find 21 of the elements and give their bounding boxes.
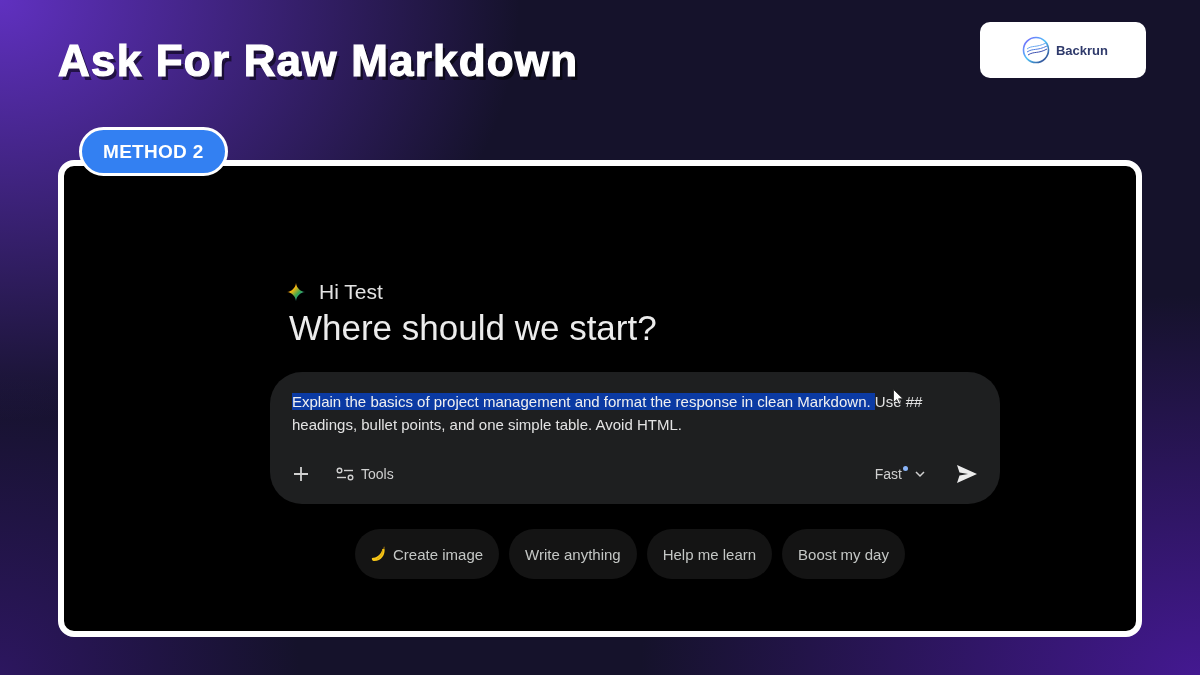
send-icon bbox=[957, 465, 977, 483]
method-badge: METHOD 2 bbox=[79, 127, 228, 176]
suggestion-chip[interactable]: Help me learn bbox=[646, 529, 773, 579]
prompt-input-field[interactable]: Explain the basics of project management and format the response in clean Markdown. Use ## headings, bullet points, and one simple table. Avoid HTML. Tools Fast bbox=[270, 372, 1000, 504]
headline: Where should we start? bbox=[289, 307, 658, 349]
suggestion-chip[interactable]: Create image bbox=[355, 529, 500, 579]
dot-icon bbox=[903, 466, 908, 471]
chevron-down-icon bbox=[914, 468, 926, 480]
suggestion-chip[interactable]: Write anything bbox=[509, 529, 637, 579]
suggestion-chip[interactable]: Boost my day bbox=[782, 529, 905, 579]
page-title: Ask For Raw Markdown bbox=[58, 37, 579, 85]
plus-icon bbox=[293, 466, 309, 482]
tools-button[interactable]: Tools bbox=[330, 462, 400, 486]
greeting-text: Hi Test bbox=[319, 280, 383, 304]
prompt-text: Explain the basics of project management and format the response in clean Markdown. Use ## headings, bullet points, and one simple table. Avoid HTML. bbox=[292, 392, 924, 435]
sparkle-icon bbox=[287, 283, 305, 301]
sliders-icon bbox=[336, 467, 354, 481]
logo-text: Backrun bbox=[1056, 42, 1108, 58]
model-selector-button[interactable]: Fast bbox=[870, 461, 930, 487]
logo-icon bbox=[1022, 36, 1050, 64]
banana-icon bbox=[371, 546, 388, 562]
